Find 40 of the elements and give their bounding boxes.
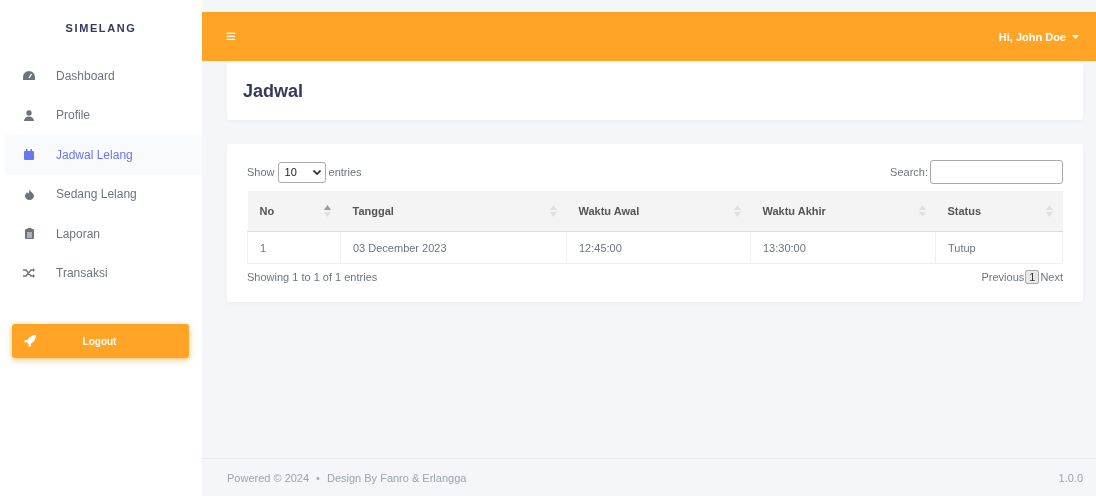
column-header[interactable]: No <box>247 191 341 232</box>
footer-copyright: Powered © 2024 <box>227 471 310 484</box>
sidebar-item[interactable]: Laporan <box>5 214 202 254</box>
fire-icon <box>22 188 36 200</box>
gauge-icon <box>22 70 36 81</box>
entries-select[interactable]: 10 <box>277 161 326 183</box>
caret-icon <box>1072 34 1079 39</box>
table-info: Showing 1 to 1 of 1 entries <box>247 271 378 283</box>
next-link[interactable]: Next <box>1040 271 1063 283</box>
column-header[interactable]: Waktu Awal <box>566 191 751 232</box>
table-cell: 12:45:00 <box>566 231 751 264</box>
show-label: Show <box>247 166 275 178</box>
footer-separator: • <box>316 471 320 484</box>
clipboard-icon <box>22 228 36 240</box>
table-cell: Tutup <box>935 231 1063 264</box>
brand-title: SIMELANG <box>65 22 137 34</box>
column-header[interactable]: Status <box>935 191 1063 232</box>
shuffle-icon <box>22 268 36 279</box>
rocket-icon <box>24 335 36 347</box>
calendar-icon <box>22 149 36 161</box>
version-label: 1.0.0 <box>1058 471 1083 484</box>
table-cell: 13:30:00 <box>750 231 936 264</box>
page-button[interactable]: 1 <box>1025 270 1040 284</box>
sidebar-item[interactable]: Jadwal Lelang <box>5 135 202 175</box>
table-cell: 1 <box>247 231 341 264</box>
column-header[interactable]: Waktu Akhir <box>750 191 936 232</box>
user-icon <box>22 109 36 121</box>
sidebar-item[interactable]: Transaksi <box>5 253 202 293</box>
sidebar-item[interactable]: Sedang Lelang <box>5 174 202 214</box>
chevron-icon <box>312 169 321 175</box>
footer-credit: Design By Fanro & Erlangga <box>326 471 467 484</box>
search-label: Search: <box>890 166 928 178</box>
sidebar-item[interactable]: Dashboard <box>5 56 202 96</box>
column-header[interactable]: Tanggal <box>340 191 567 232</box>
entries-label: entries <box>328 166 362 178</box>
page-title: Jadwal <box>243 80 304 102</box>
search-field[interactable] <box>930 160 1063 184</box>
table-cell: 03 December 2023 <box>340 231 567 264</box>
sidebar-item[interactable]: Profile <box>5 95 202 135</box>
previous-link[interactable]: Previous <box>981 271 1025 283</box>
